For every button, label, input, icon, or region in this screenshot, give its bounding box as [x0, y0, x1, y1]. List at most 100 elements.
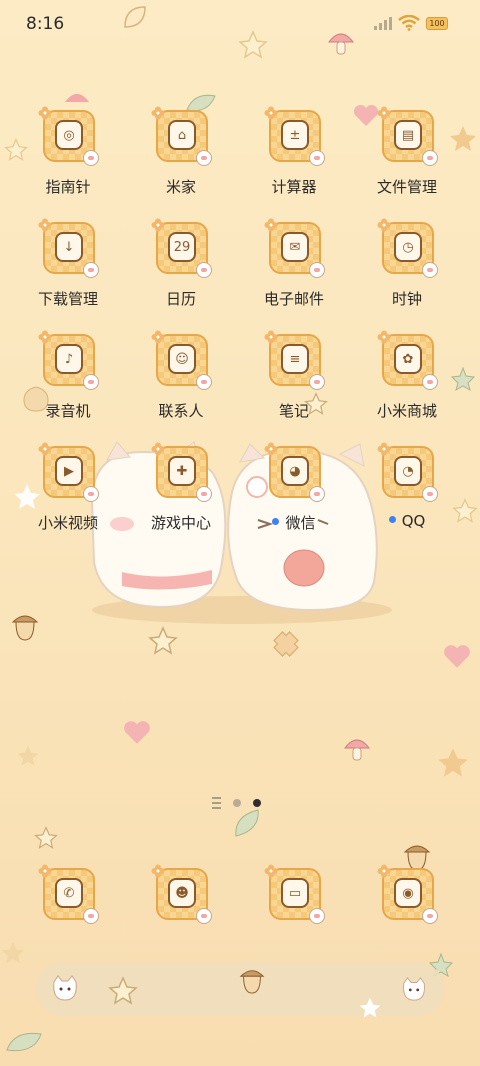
- icon-glyph: ✉: [281, 232, 309, 262]
- star-decoration: [359, 997, 381, 1018]
- app-label: QQ: [357, 512, 457, 530]
- browser-icon[interactable]: ▭: [264, 864, 325, 924]
- app-label-text: QQ: [401, 512, 426, 530]
- acorn-decoration: [11, 615, 39, 641]
- calculator-icon[interactable]: ±: [264, 106, 325, 166]
- file-manager-icon[interactable]: ▤: [377, 106, 438, 166]
- cat-badge-icon: [196, 262, 212, 278]
- notes-icon[interactable]: ≡: [264, 330, 325, 390]
- cat-badge-icon: [309, 908, 325, 924]
- mi-store-icon[interactable]: ✿: [377, 330, 438, 390]
- cat-badge-icon: [422, 908, 438, 924]
- app-label: 录音机: [18, 400, 118, 421]
- app-email[interactable]: ✉ 电子邮件: [244, 218, 344, 322]
- app-phone[interactable]: ✆: [18, 864, 118, 968]
- new-install-dot: [272, 518, 280, 525]
- app-wechat[interactable]: ◕ 微信: [244, 442, 344, 546]
- cat-badge-icon: [83, 150, 99, 166]
- app-label-text: 文件管理: [376, 178, 437, 196]
- icon-glyph: ☺: [168, 344, 196, 374]
- app-calculator[interactable]: ± 计算器: [244, 106, 344, 210]
- app-label: 时钟: [357, 288, 457, 309]
- cat-badge-icon: [83, 908, 99, 924]
- cat-badge-icon: [309, 374, 325, 390]
- icon-glyph: ✆: [55, 878, 83, 908]
- camera-icon[interactable]: ◉: [377, 864, 438, 924]
- app-compass[interactable]: ◎ 指南针: [18, 106, 118, 210]
- clover-badge-icon: [377, 442, 391, 456]
- app-label: 联系人: [131, 400, 231, 421]
- icon-glyph: ♪: [55, 344, 83, 374]
- app-label: 米家: [131, 176, 231, 197]
- cat-badge-icon: [83, 374, 99, 390]
- app-mi-store[interactable]: ✿ 小米商城: [357, 330, 457, 434]
- icon-glyph: ↓: [55, 232, 83, 262]
- page-dot-2-active[interactable]: [253, 799, 261, 807]
- app-mijia[interactable]: ⌂ 米家: [131, 106, 231, 210]
- clock-icon[interactable]: ◷: [377, 218, 438, 278]
- cat-badge-icon: [196, 908, 212, 924]
- game-center-icon[interactable]: ✚: [151, 442, 212, 502]
- status-time: 8:16: [26, 14, 65, 34]
- app-drawer-indicator-icon[interactable]: [212, 797, 221, 809]
- app-game-center[interactable]: ✚ 游戏中心: [131, 442, 231, 546]
- icon-glyph: ◷: [394, 232, 422, 262]
- app-recorder[interactable]: ♪ 录音机: [18, 330, 118, 434]
- app-calendar[interactable]: 29 日历: [131, 218, 231, 322]
- icon-glyph: ✚: [168, 456, 196, 486]
- page-dot-1[interactable]: [233, 799, 241, 807]
- app-label-text: 日历: [165, 290, 196, 308]
- app-label: 指南针: [18, 176, 118, 197]
- app-clock[interactable]: ◷ 时钟: [357, 218, 457, 322]
- icon-glyph: ≡: [281, 344, 309, 374]
- app-contacts[interactable]: ☺ 联系人: [131, 330, 231, 434]
- icon-glyph: ◎: [55, 120, 83, 150]
- mushroom-decoration: [327, 33, 355, 55]
- clover-badge-icon: [377, 330, 391, 344]
- app-label-text: 指南针: [45, 178, 91, 196]
- clover-badge-icon: [264, 330, 278, 344]
- app-notes[interactable]: ≡ 笔记: [244, 330, 344, 434]
- page-indicator[interactable]: [212, 797, 261, 809]
- clover-badge-icon: [151, 218, 165, 232]
- app-label-text: 微信: [285, 514, 316, 532]
- download-manager-icon[interactable]: ↓: [38, 218, 99, 278]
- recorder-icon[interactable]: ♪: [38, 330, 99, 390]
- app-messages[interactable]: ☻: [131, 864, 231, 968]
- leaf-decoration: [6, 1032, 42, 1052]
- contacts-icon[interactable]: ☺: [151, 330, 212, 390]
- icon-glyph: ±: [281, 120, 309, 150]
- app-label: 日历: [131, 288, 231, 309]
- email-icon[interactable]: ✉: [264, 218, 325, 278]
- mijia-icon[interactable]: ⌂: [151, 106, 212, 166]
- compass-icon[interactable]: ◎: [38, 106, 99, 166]
- app-camera[interactable]: ◉: [357, 864, 457, 968]
- acorn-decoration: [239, 970, 265, 994]
- cat-badge-icon: [422, 374, 438, 390]
- app-file-manager[interactable]: ▤ 文件管理: [357, 106, 457, 210]
- cat-badge-icon: [196, 486, 212, 502]
- phone-icon[interactable]: ✆: [38, 864, 99, 924]
- app-download-manager[interactable]: ↓ 下载管理: [18, 218, 118, 322]
- app-label: 小米商城: [357, 400, 457, 421]
- mi-video-icon[interactable]: ▶: [38, 442, 99, 502]
- star-decoration: [238, 30, 268, 59]
- qq-icon[interactable]: ◔: [377, 442, 438, 502]
- icon-glyph: ◉: [394, 878, 422, 908]
- wifi-icon: [398, 15, 420, 31]
- wechat-icon[interactable]: ◕: [264, 442, 325, 502]
- star-decoration: [438, 748, 468, 777]
- cat-badge-icon: [196, 374, 212, 390]
- clover-badge-icon: [38, 864, 52, 878]
- app-label: 计算器: [244, 176, 344, 197]
- icon-glyph: ⌂: [168, 120, 196, 150]
- app-mi-video[interactable]: ▶ 小米视频: [18, 442, 118, 546]
- heart-decoration: [444, 645, 470, 668]
- messages-icon[interactable]: ☻: [151, 864, 212, 924]
- heart-decoration: [124, 721, 150, 744]
- app-qq[interactable]: ◔ QQ: [357, 442, 457, 546]
- app-browser[interactable]: ▭: [244, 864, 344, 968]
- clover-badge-icon: [264, 106, 278, 120]
- cat-badge-icon: [196, 150, 212, 166]
- calendar-icon[interactable]: 29: [151, 218, 212, 278]
